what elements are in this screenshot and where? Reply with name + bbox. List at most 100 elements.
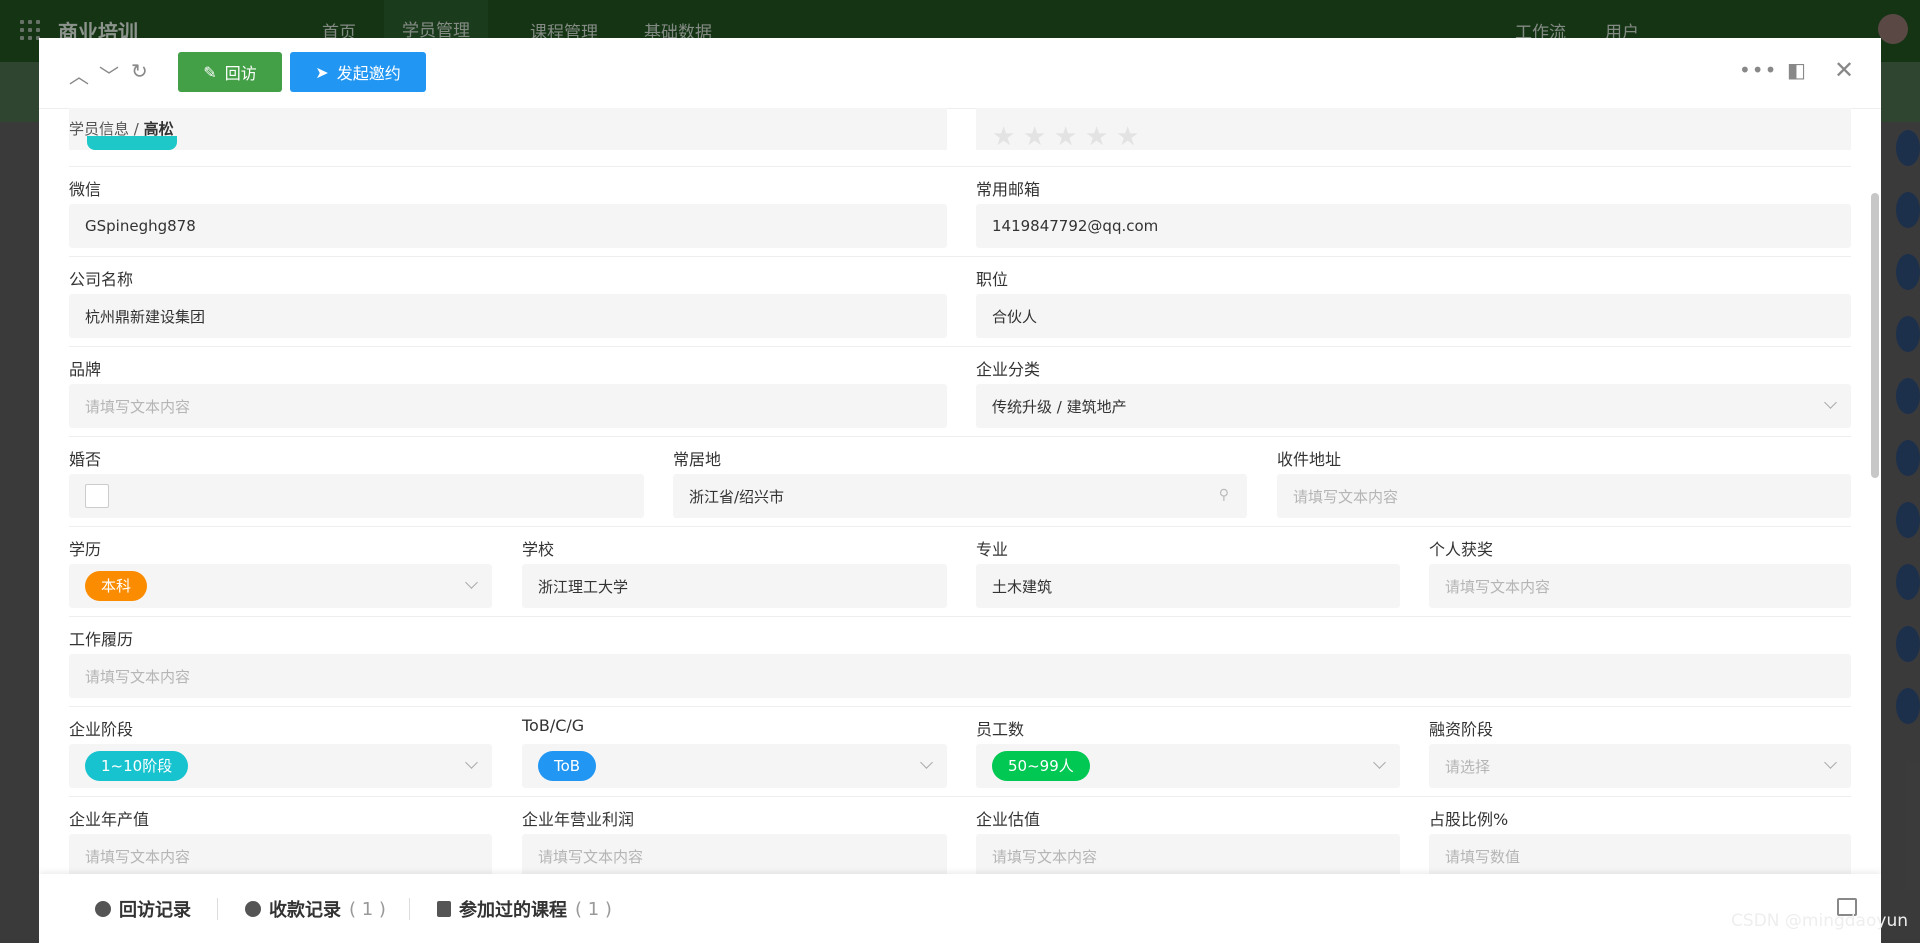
profit-field[interactable]: 请填写文本内容 — [522, 834, 947, 878]
financing-select[interactable]: 请选择 — [1429, 744, 1851, 788]
tob-label: ToB/C/G — [522, 716, 585, 735]
record-modal: ︿ ﹀ ↻ ✎ 回访 ➤ 发起邀约 ••• ◧ ✕ ★ ★ ★ ★ ★ 学员信息… — [39, 38, 1881, 943]
employees-select[interactable]: 50~99人 — [976, 744, 1400, 788]
divider — [69, 256, 1851, 257]
married-field — [69, 474, 644, 518]
chevron-down-icon[interactable]: ﹀ — [99, 60, 119, 89]
refresh-icon[interactable]: ↻ — [131, 59, 148, 83]
school-label: 学校 — [522, 540, 555, 559]
address-label: 收件地址 — [1277, 450, 1342, 469]
profit-label: 企业年营业利润 — [522, 810, 635, 829]
coin-icon — [245, 901, 261, 917]
star-icon[interactable]: ★ — [1116, 122, 1139, 152]
financing-label: 融资阶段 — [1429, 720, 1494, 739]
star-icon[interactable]: ★ — [1054, 122, 1077, 152]
wechat-field[interactable]: GSpineghg878 — [69, 204, 947, 248]
brand-field[interactable]: 请填写文本内容 — [69, 384, 947, 428]
record-tabs: 回访记录 收款记录 ( 1 ) 参加过的课程 ( 1 ) — [39, 874, 1881, 943]
resume-label: 工作履历 — [69, 630, 134, 649]
stage-select[interactable]: 1~10阶段 — [69, 744, 492, 788]
tab-courses-attended[interactable]: 参加过的课程 ( 1 ) — [437, 896, 612, 922]
tob-tag: ToB — [538, 751, 597, 781]
output-label: 企业年产值 — [69, 810, 150, 829]
education-select[interactable]: 本科 — [69, 564, 492, 608]
resume-field[interactable]: 请填写文本内容 — [69, 654, 1851, 698]
chevron-down-icon — [465, 756, 478, 769]
email-label: 常用邮箱 — [976, 180, 1041, 199]
divider — [69, 706, 1851, 707]
email-field[interactable]: 1419847792@qq.com — [976, 204, 1851, 248]
location-pin-icon[interactable]: ⚲ — [1219, 487, 1229, 503]
chevron-down-icon — [1824, 756, 1837, 769]
residence-field[interactable]: 浙江省/绍兴市 ⚲ — [673, 474, 1247, 518]
awards-field[interactable]: 请填写文本内容 — [1429, 564, 1851, 608]
breadcrumb: 学员信息 / 高松 — [69, 118, 174, 139]
chevron-down-icon — [465, 576, 478, 589]
tab-courses-label: 参加过的课程 — [459, 900, 567, 921]
major-label: 专业 — [976, 540, 1009, 559]
valuation-field[interactable]: 请填写文本内容 — [976, 834, 1400, 878]
school-field[interactable]: 浙江理工大学 — [522, 564, 947, 608]
valuation-label: 企业估值 — [976, 810, 1041, 829]
divider — [69, 166, 1851, 167]
company-field[interactable]: 杭州鼎新建设集团 — [69, 294, 947, 338]
tob-select[interactable]: ToB — [522, 744, 947, 788]
invite-button[interactable]: ➤ 发起邀约 — [290, 52, 426, 92]
tab-courses-count: ( 1 ) — [575, 898, 612, 920]
revisit-button[interactable]: ✎ 回访 — [178, 52, 282, 92]
industry-select[interactable]: 传统升级 / 建筑地产 — [976, 384, 1851, 428]
married-checkbox[interactable] — [85, 484, 109, 508]
industry-label: 企业分类 — [976, 360, 1041, 379]
stage-tag: 1~10阶段 — [85, 751, 189, 781]
tab-payment-records[interactable]: 收款记录 ( 1 ) — [245, 896, 386, 922]
tab-revisit-label: 回访记录 — [119, 900, 191, 921]
education-label: 学历 — [69, 540, 102, 559]
major-field[interactable]: 土木建筑 — [976, 564, 1400, 608]
more-icon[interactable]: ••• — [1739, 58, 1777, 82]
output-field[interactable]: 请填写文本内容 — [69, 834, 492, 878]
residence-value: 浙江省/绍兴市 — [689, 487, 785, 506]
clock-icon — [95, 901, 111, 917]
star-icon[interactable]: ★ — [1085, 122, 1108, 152]
divider — [69, 796, 1851, 797]
divider — [69, 436, 1851, 437]
breadcrumb-current: 高松 — [143, 120, 174, 138]
invite-button-label: 发起邀约 — [336, 64, 401, 83]
position-label: 职位 — [976, 270, 1009, 289]
stage-label: 企业阶段 — [69, 720, 134, 739]
address-field[interactable]: 请填写文本内容 — [1277, 474, 1851, 518]
wechat-label: 微信 — [69, 180, 102, 199]
scrollbar[interactable] — [1871, 193, 1879, 478]
tab-payments-label: 收款记录 — [269, 900, 341, 921]
modal-header: ︿ ﹀ ↻ ✎ 回访 ➤ 发起邀约 ••• ◧ ✕ — [39, 38, 1881, 109]
tab-payments-count: ( 1 ) — [349, 898, 386, 920]
employees-label: 员工数 — [976, 720, 1025, 739]
equity-field[interactable]: 请填写数值 — [1429, 834, 1851, 878]
awards-label: 个人获奖 — [1429, 540, 1494, 559]
star-icon[interactable]: ★ — [992, 122, 1015, 152]
sidebar-toggle-icon[interactable]: ◧ — [1787, 58, 1806, 82]
married-label: 婚否 — [69, 450, 102, 469]
watermark: CSDN @mingdaoyun — [1731, 911, 1908, 931]
chevron-down-icon — [920, 756, 933, 769]
send-icon: ➤ — [315, 62, 329, 82]
close-icon[interactable]: ✕ — [1834, 56, 1854, 84]
prev-field — [69, 108, 947, 150]
revisit-button-label: 回访 — [224, 64, 257, 83]
breadcrumb-sep: / — [133, 120, 139, 138]
tab-divider — [409, 898, 410, 920]
star-icon[interactable]: ★ — [1023, 122, 1046, 152]
breadcrumb-parent[interactable]: 学员信息 — [69, 120, 129, 138]
chevron-down-icon — [1373, 756, 1386, 769]
position-field[interactable]: 合伙人 — [976, 294, 1851, 338]
brand-label: 品牌 — [69, 360, 102, 379]
tab-divider — [217, 898, 218, 920]
equity-label: 占股比例% — [1429, 810, 1509, 829]
divider — [69, 616, 1851, 617]
divider — [69, 346, 1851, 347]
employees-tag: 50~99人 — [992, 751, 1090, 781]
chevron-up-icon[interactable]: ︿ — [69, 60, 89, 89]
tab-revisit-records[interactable]: 回访记录 — [95, 896, 191, 922]
financing-placeholder: 请选择 — [1445, 757, 1491, 776]
education-tag: 本科 — [85, 571, 148, 601]
